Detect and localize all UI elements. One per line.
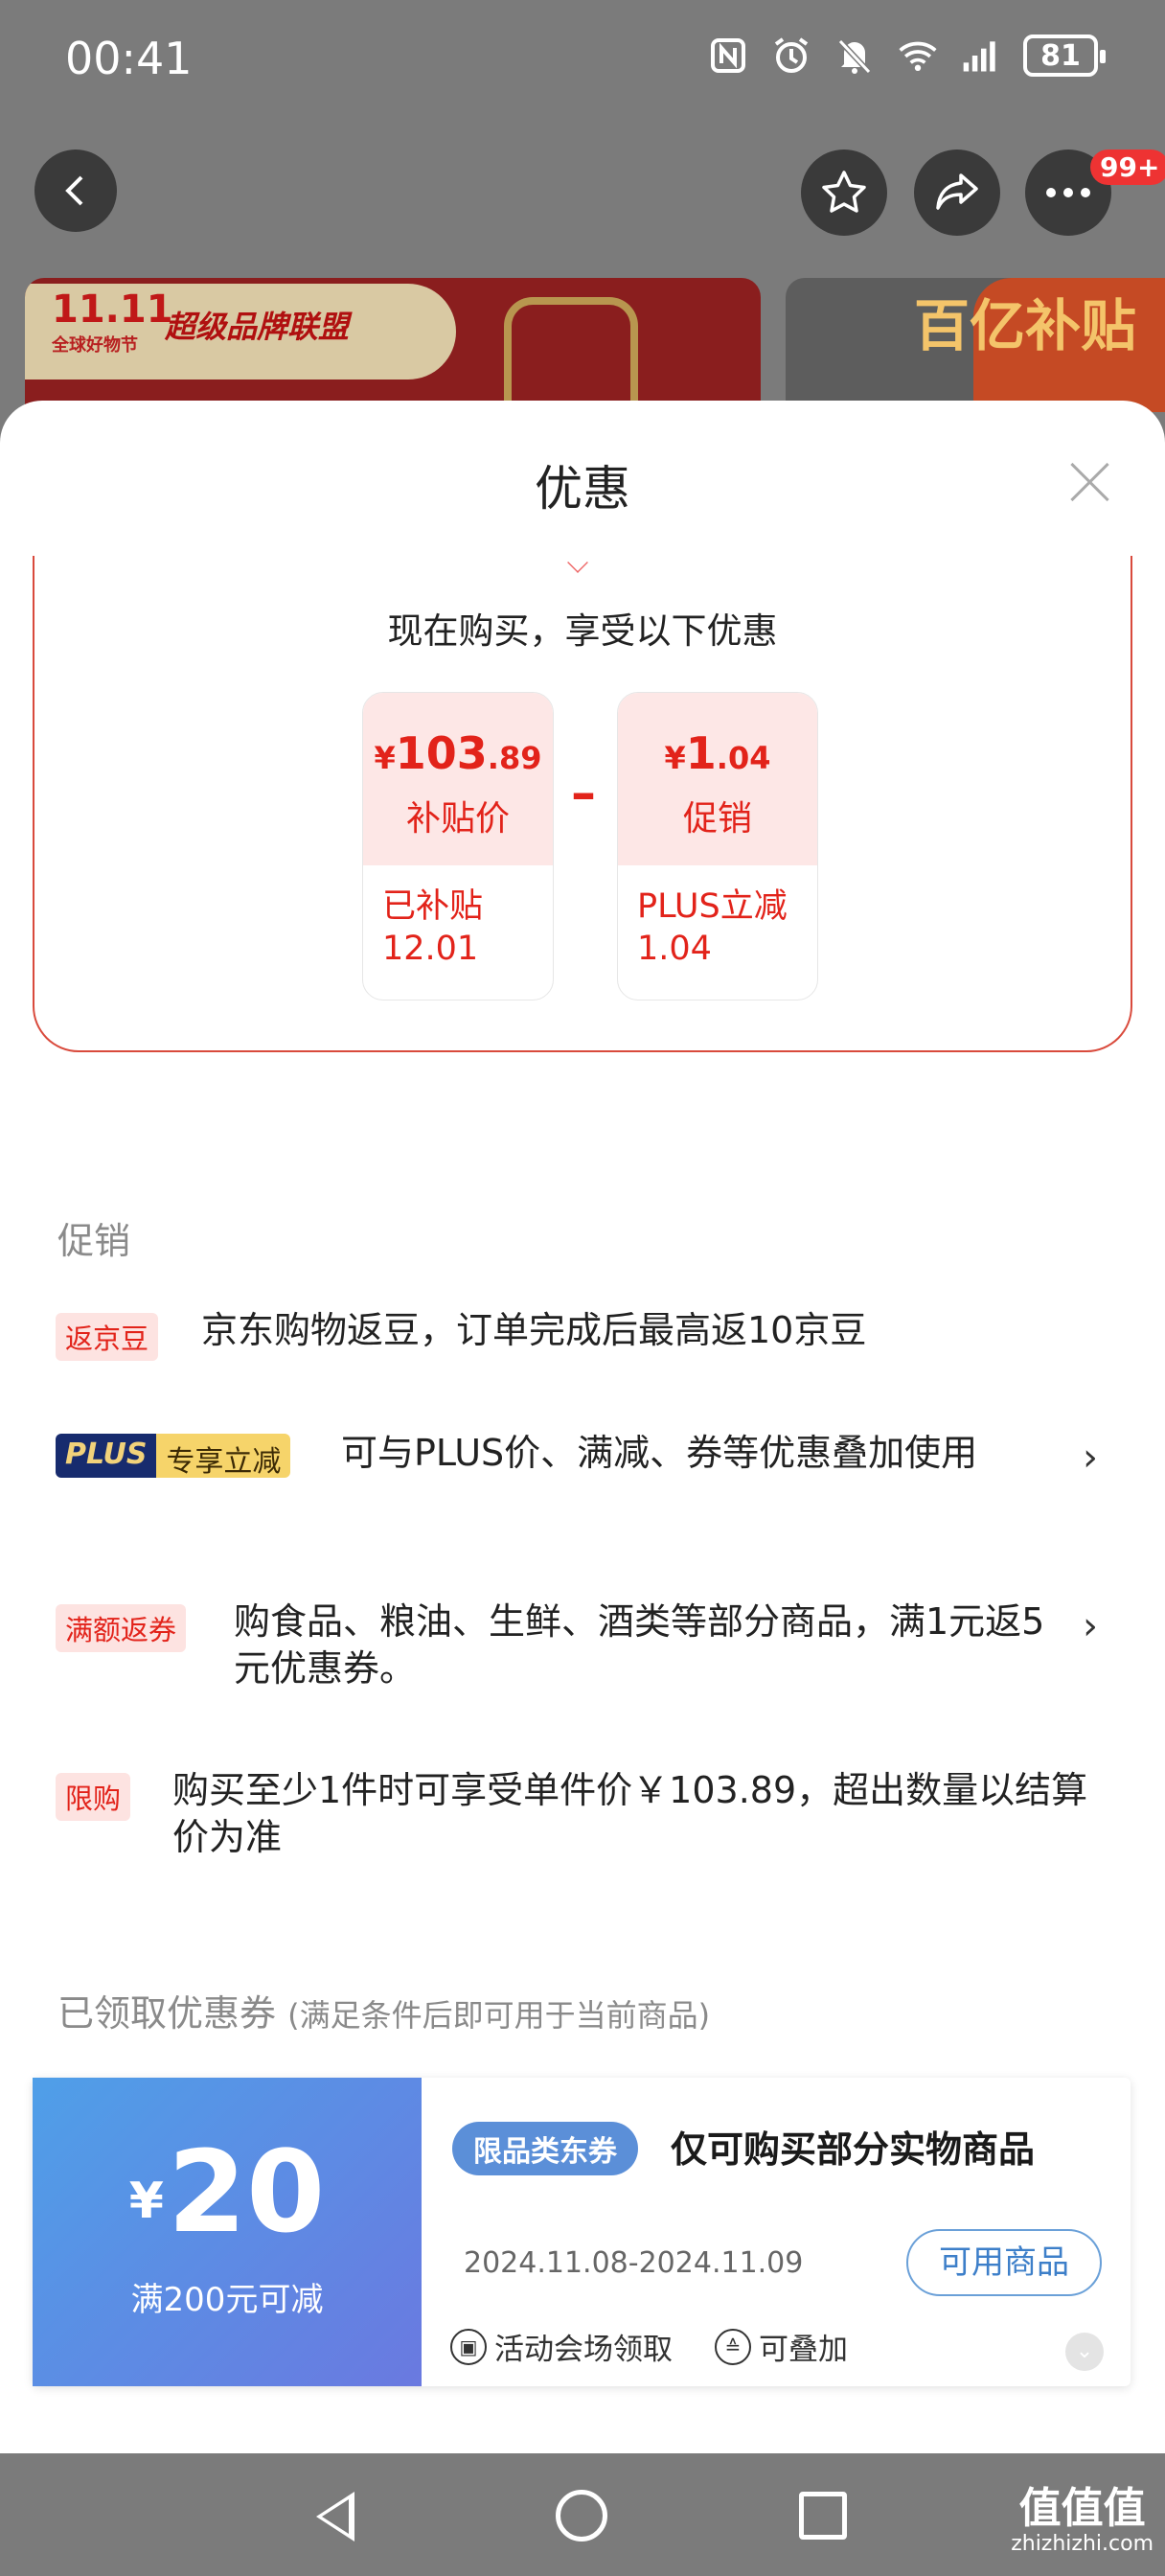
coupon-amount: ¥20 (128, 2126, 326, 2258)
coupons-title: 已领取优惠券 (满足条件后即可用于当前商品) (57, 1992, 711, 2035)
promotion-card: ¥1.04 促销 PLUS立减 1.04 (617, 692, 818, 1000)
coupon-title: 仅可购买部分实物商品 (671, 2128, 1036, 2171)
promo-text: 购食品、粮油、生鲜、酒类等部分商品，满1元返5元优惠券。 (234, 1600, 1045, 1690)
mute-icon (834, 34, 876, 77)
brand-alliance-logo: 超级品牌联盟 (165, 309, 350, 345)
wifi-icon (897, 34, 939, 77)
promo-text: 京东购物返豆，订单完成后最高返10京豆 (201, 1309, 867, 1351)
chevron-left-icon (65, 175, 83, 206)
share-button[interactable] (914, 150, 1000, 236)
promo-row-limit: 限购 购买至少1件时可享受单件价￥103.89，超出数量以结算价为准 (56, 1769, 1109, 1858)
coupon-value-panel: ¥20 满200元可减 (33, 2078, 422, 2386)
nfc-icon (707, 34, 749, 77)
favorite-button[interactable] (801, 150, 887, 236)
close-icon[interactable] (1065, 458, 1113, 506)
subsidy-note: 已补贴 12.01 (382, 887, 484, 968)
coupon-source: ▣ 活动会场领取 (450, 2325, 673, 2368)
promotion-note: PLUS立减 1.04 (637, 887, 788, 968)
promo-tag: 返京豆 (56, 1313, 159, 1361)
chevron-right-icon[interactable]: › (1083, 1436, 1098, 1480)
coupon-card[interactable]: ¥20 满200元可减 限品类东券 仅可购买部分实物商品 2024.11.08-… (33, 2078, 1131, 2386)
chevron-right-icon[interactable]: › (1083, 1604, 1098, 1648)
promo-row-plus[interactable]: PLUS 专享立减 可与PLUS价、满减、券等优惠叠加使用 (56, 1432, 1109, 1478)
coupons-note: (满足条件后即可用于当前商品) (287, 1997, 711, 2034)
product-banner[interactable]: 11.11 全球好物节 超级品牌联盟 (25, 278, 761, 412)
discount-intro: 现在购买，享受以下优惠 (387, 610, 778, 652)
promo-text: 可与PLUS价、满减、券等优惠叠加使用 (341, 1432, 978, 1474)
subsidy-price-card: ¥103.89 补贴价 已补贴 12.01 (362, 692, 554, 1000)
promotions-title: 促销 (57, 1220, 131, 1262)
status-icons: 81 (707, 34, 1106, 77)
promo-row-coupon-return[interactable]: 满额返券 购食品、粮油、生鲜、酒类等部分商品，满1元返5元优惠券。 (56, 1600, 1109, 1690)
promotion-amount: ¥1.04 (664, 727, 771, 779)
system-nav-bar (0, 2453, 1165, 2576)
promo-text: 购买至少1件时可享受单件价￥103.89，超出数量以结算价为准 (172, 1769, 1088, 1859)
battery-indicator: 81 (1023, 34, 1106, 77)
message-badge: 99+ (1090, 150, 1165, 185)
promotion-label: 促销 (682, 799, 752, 839)
product-image (504, 297, 638, 412)
back-button[interactable] (34, 150, 117, 232)
signal-icon (960, 34, 1002, 77)
venue-icon: ▣ (450, 2328, 487, 2365)
subsidy-price-label: 补贴价 (405, 799, 510, 839)
more-dots-icon (1046, 188, 1090, 197)
plus-tag: PLUS 专享立减 (56, 1434, 291, 1478)
subsidy-price: ¥103.89 (374, 727, 542, 779)
sheet-title: 优惠 (535, 461, 630, 517)
coupon-stackable: ≙ 可叠加 (715, 2325, 848, 2368)
stack-icon: ≙ (715, 2328, 751, 2365)
coupon-condition: 满200元可减 (130, 2281, 324, 2319)
product-banner-2[interactable]: 百亿补贴 (786, 278, 1165, 412)
star-icon (822, 171, 866, 213)
available-products-button[interactable]: 可用商品 (906, 2229, 1102, 2296)
alarm-icon (770, 34, 812, 77)
promo-tag: 满额返券 (56, 1604, 187, 1652)
nav-back-icon-inner (322, 2499, 349, 2534)
coupon-validity: 2024.11.08-2024.11.09 (464, 2246, 804, 2280)
nav-home-icon[interactable] (556, 2490, 607, 2542)
subsidy-logo: 百亿补贴 (913, 293, 1136, 358)
clock: 00:41 (65, 33, 193, 84)
discount-sheet: 优惠 现在购买，享受以下优惠 ¥103.89 补贴价 已补贴 12.01 – ¥… (0, 401, 1165, 2453)
double11-logo: 11.11 全球好物节 (52, 288, 173, 356)
expand-icon[interactable]: ⌄ (1065, 2333, 1104, 2371)
promo-row-jingdou: 返京豆 京东购物返豆，订单完成后最高返10京豆 (56, 1309, 1109, 1361)
share-icon (936, 173, 978, 210)
watermark-logo: 值值值 zhizhizhi.com (1011, 2484, 1154, 2556)
status-bar: 00:41 81 (0, 0, 1165, 125)
promo-tag: 限购 (56, 1773, 131, 1821)
minus-sign: – (571, 765, 596, 822)
coupon-category-tag: 限品类东券 (452, 2122, 638, 2175)
nav-recents-icon[interactable] (799, 2492, 847, 2540)
